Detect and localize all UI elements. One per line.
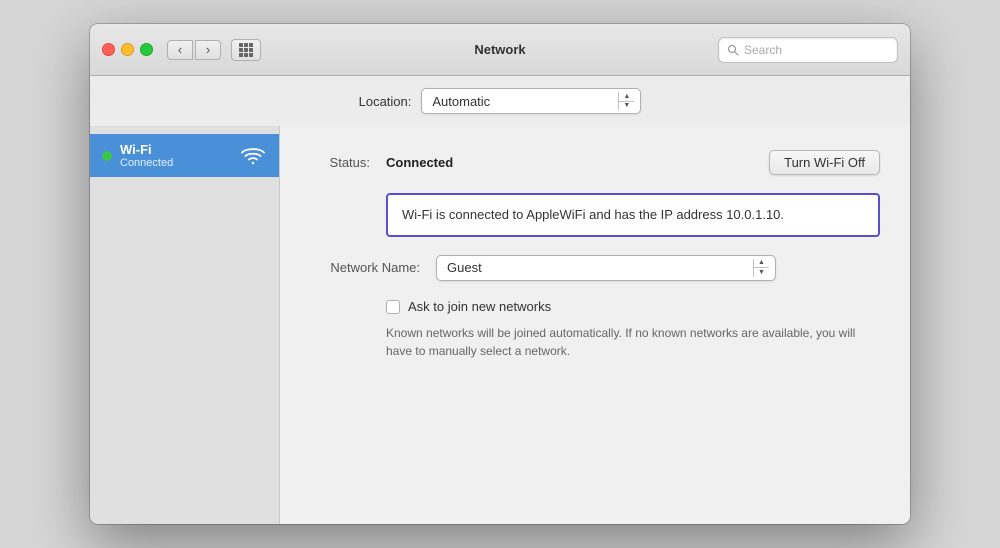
back-button[interactable]: ‹: [167, 40, 193, 60]
titlebar: ‹ › Network: [90, 24, 910, 76]
ask-to-join-checkbox[interactable]: [386, 300, 400, 314]
checkbox-section: Ask to join new networks Known networks …: [386, 299, 880, 360]
search-input[interactable]: [744, 43, 889, 57]
turn-wifi-off-button[interactable]: Turn Wi-Fi Off: [769, 150, 880, 175]
search-icon: [727, 44, 739, 56]
sidebar-item-wifi[interactable]: Wi-Fi Connected: [90, 134, 279, 177]
location-select[interactable]: Automatic ▲ ▼: [421, 88, 641, 114]
info-text: Wi-Fi is connected to AppleWiFi and has …: [402, 207, 784, 222]
network-name-value: Guest: [447, 260, 482, 275]
minimize-button[interactable]: [121, 43, 134, 56]
info-box: Wi-Fi is connected to AppleWiFi and has …: [386, 193, 880, 237]
status-row: Status: Connected Turn Wi-Fi Off: [310, 150, 880, 175]
traffic-lights: [102, 43, 153, 56]
sidebar-item-text: Wi-Fi Connected: [120, 142, 231, 169]
nav-buttons: ‹ ›: [167, 40, 221, 60]
sidebar: Wi-Fi Connected: [90, 126, 280, 524]
checkbox-row: Ask to join new networks: [386, 299, 880, 314]
network-name-select[interactable]: Guest ▲ ▼: [436, 255, 776, 281]
network-window: ‹ › Network Location: Automatic: [90, 24, 910, 524]
wifi-icon: [239, 145, 267, 167]
network-name-label: Network Name:: [310, 260, 420, 275]
checkbox-hint: Known networks will be joined automatica…: [386, 324, 880, 360]
status-dot-green: [102, 151, 112, 161]
right-panel: Status: Connected Turn Wi-Fi Off Wi-Fi i…: [280, 126, 910, 524]
sidebar-item-name: Wi-Fi: [120, 142, 231, 157]
main-content: Wi-Fi Connected Status: Connected Turn W…: [90, 126, 910, 524]
stepper-down-icon[interactable]: ▼: [619, 102, 634, 111]
close-button[interactable]: [102, 43, 115, 56]
window-title: Network: [474, 42, 525, 57]
grid-icon: [239, 43, 253, 57]
back-icon: ‹: [178, 42, 182, 57]
forward-icon: ›: [206, 42, 210, 57]
network-name-row: Network Name: Guest ▲ ▼: [310, 255, 880, 281]
location-value: Automatic: [432, 94, 490, 109]
location-stepper[interactable]: ▲ ▼: [618, 92, 634, 110]
checkbox-label: Ask to join new networks: [408, 299, 551, 314]
location-label: Location:: [359, 94, 412, 109]
stepper-up-icon[interactable]: ▲: [619, 92, 634, 102]
network-stepper-down-icon[interactable]: ▼: [754, 268, 769, 277]
location-bar: Location: Automatic ▲ ▼: [90, 76, 910, 126]
grid-view-button[interactable]: [231, 39, 261, 61]
search-bar[interactable]: [718, 37, 898, 63]
forward-button[interactable]: ›: [195, 40, 221, 60]
status-label: Status:: [310, 155, 370, 170]
sidebar-item-status: Connected: [120, 157, 231, 169]
network-stepper[interactable]: ▲ ▼: [753, 259, 769, 277]
status-value: Connected: [386, 155, 453, 170]
network-stepper-up-icon[interactable]: ▲: [754, 259, 769, 269]
maximize-button[interactable]: [140, 43, 153, 56]
